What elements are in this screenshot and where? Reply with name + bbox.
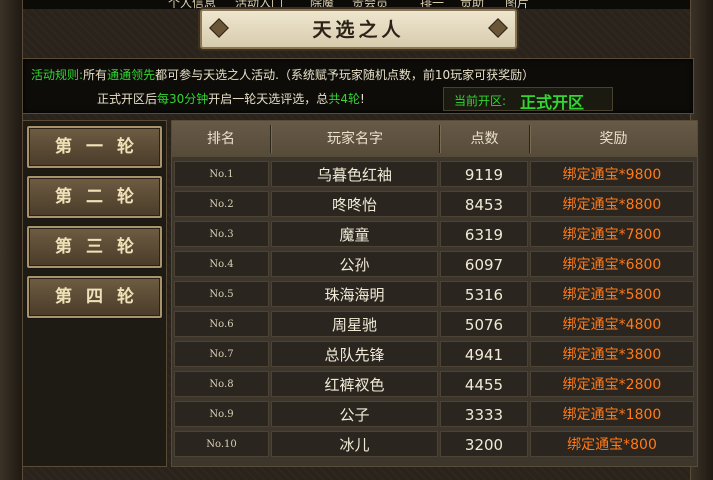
player-name-cell: 咚咚怡 bbox=[271, 191, 438, 217]
table-row: No.9 公子 3333 绑定通宝*1800 bbox=[172, 399, 697, 427]
rank-cell: No.3 bbox=[174, 221, 269, 247]
player-name-cell: 公孙 bbox=[271, 251, 438, 277]
player-name-cell: 魔童 bbox=[271, 221, 438, 247]
rank-cell: No.10 bbox=[174, 431, 269, 457]
top-menu-strip: 个人信息 活动入门 除魔 贵会员 排一 贡助 图片 bbox=[0, 0, 713, 9]
rank-cell: No.8 bbox=[174, 371, 269, 397]
table-row: No.4 公孙 6097 绑定通宝*6800 bbox=[172, 249, 697, 277]
header-points: 点数 bbox=[470, 131, 499, 147]
rules-text: ! bbox=[359, 92, 365, 106]
points-cell: 5316 bbox=[440, 281, 528, 307]
player-name-cell: 总队先锋 bbox=[271, 341, 438, 367]
current-zone-box: 当前开区: 正式开区 bbox=[443, 87, 613, 112]
left-border-ornament bbox=[0, 0, 23, 480]
top-menu-item[interactable]: 活动入门 bbox=[235, 0, 283, 9]
rules-text: 都可参与天选之人活动.（系统赋予玩家随机点数，前10玩家可获奖励） bbox=[155, 68, 535, 82]
round-2-button[interactable]: 第二轮 bbox=[27, 176, 162, 218]
table-row: No.3 魔童 6319 绑定通宝*7800 bbox=[172, 219, 697, 247]
rules-highlight: 共4轮 bbox=[328, 92, 360, 106]
rules-line-2: 正式开区后每30分钟开启一轮天选评选，总共4轮! bbox=[97, 90, 365, 107]
table-row: No.1 乌暮色红袖 9119 绑定通宝*9800 bbox=[172, 159, 697, 187]
rules-panel: 活动规则:所有通通领先都可参与天选之人活动.（系统赋予玩家随机点数，前10玩家可… bbox=[22, 58, 694, 114]
reward-cell: 绑定通宝*6800 bbox=[530, 251, 694, 277]
reward-cell: 绑定通宝*5800 bbox=[530, 281, 694, 307]
points-cell: 3333 bbox=[440, 401, 528, 427]
reward-cell: 绑定通宝*4800 bbox=[530, 311, 694, 337]
rank-cell: No.2 bbox=[174, 191, 269, 217]
reward-cell: 绑定通宝*9800 bbox=[530, 161, 694, 187]
current-zone-label: 当前开区: bbox=[454, 94, 507, 108]
table-row: No.10 冰儿 3200 绑定通宝*800 bbox=[172, 429, 697, 457]
rank-cell: No.5 bbox=[174, 281, 269, 307]
round-4-button[interactable]: 第四轮 bbox=[27, 276, 162, 318]
table-row: No.6 周星驰 5076 绑定通宝*4800 bbox=[172, 309, 697, 337]
header-reward: 奖励 bbox=[599, 131, 628, 147]
ranking-table: 排名 玩家名字 点数 奖励 No.1 乌暮色红袖 9119 绑定通宝*9800 No.2… bbox=[171, 120, 698, 467]
points-cell: 9119 bbox=[440, 161, 528, 187]
player-name-cell: 公子 bbox=[271, 401, 438, 427]
player-name-cell: 乌暮色红袖 bbox=[271, 161, 438, 187]
points-cell: 4455 bbox=[440, 371, 528, 397]
points-cell: 5076 bbox=[440, 311, 528, 337]
points-cell: 6097 bbox=[440, 251, 528, 277]
top-menu-item[interactable]: 个人信息 bbox=[168, 0, 216, 9]
reward-cell: 绑定通宝*8800 bbox=[530, 191, 694, 217]
rank-cell: No.4 bbox=[174, 251, 269, 277]
header-rank: 排名 bbox=[207, 131, 235, 147]
header-player-name: 玩家名字 bbox=[327, 131, 383, 147]
rank-cell: No.6 bbox=[174, 311, 269, 337]
reward-cell: 绑定通宝*2800 bbox=[530, 371, 694, 397]
reward-cell: 绑定通宝*7800 bbox=[530, 221, 694, 247]
rank-cell: No.7 bbox=[174, 341, 269, 367]
rank-cell: No.9 bbox=[174, 401, 269, 427]
rules-label: 活动规则: bbox=[31, 68, 84, 82]
reward-cell: 绑定通宝*1800 bbox=[530, 401, 694, 427]
table-row: No.2 咚咚怡 8453 绑定通宝*8800 bbox=[172, 189, 697, 217]
round-selector: 第一轮 第二轮 第三轮 第四轮 bbox=[22, 120, 167, 467]
table-row: No.8 红裤衩色 4455 绑定通宝*2800 bbox=[172, 369, 697, 397]
rules-text: 开启一轮天选评选，总 bbox=[208, 92, 329, 106]
top-menu-item[interactable]: 图片 bbox=[505, 0, 529, 9]
reward-cell: 绑定通宝*3800 bbox=[530, 341, 694, 367]
round-1-button[interactable]: 第一轮 bbox=[27, 126, 162, 168]
rules-highlight: 通通领先 bbox=[107, 68, 156, 82]
rank-cell: No.1 bbox=[174, 161, 269, 187]
window-title: 天选之人 bbox=[312, 19, 405, 41]
points-cell: 4941 bbox=[440, 341, 528, 367]
title-plaque: 天选之人 bbox=[200, 9, 517, 49]
points-cell: 8453 bbox=[440, 191, 528, 217]
rules-text: 正式开区后 bbox=[97, 92, 158, 106]
table-header: 排名 玩家名字 点数 奖励 bbox=[172, 121, 697, 157]
player-name-cell: 红裤衩色 bbox=[271, 371, 438, 397]
top-menu-item[interactable]: 排一 bbox=[420, 0, 444, 9]
game-window: 个人信息 活动入门 除魔 贵会员 排一 贡助 图片 天选之人 活动规则:所有通通… bbox=[0, 0, 713, 480]
round-3-button[interactable]: 第三轮 bbox=[27, 226, 162, 268]
top-menu-item[interactable]: 贡助 bbox=[460, 0, 484, 9]
top-menu-item[interactable]: 贵会员 bbox=[352, 0, 388, 9]
rules-highlight: 每30分钟 bbox=[157, 92, 209, 106]
points-cell: 6319 bbox=[440, 221, 528, 247]
table-row: No.5 珠海海明 5316 绑定通宝*5800 bbox=[172, 279, 697, 307]
rules-text: 所有 bbox=[83, 68, 108, 82]
player-name-cell: 珠海海明 bbox=[271, 281, 438, 307]
rules-line-1: 活动规则:所有通通领先都可参与天选之人活动.（系统赋予玩家随机点数，前10玩家可… bbox=[31, 66, 534, 83]
top-menu-item[interactable]: 除魔 bbox=[310, 0, 334, 9]
player-name-cell: 冰儿 bbox=[271, 431, 438, 457]
table-row: No.7 总队先锋 4941 绑定通宝*3800 bbox=[172, 339, 697, 367]
reward-cell: 绑定通宝*800 bbox=[530, 431, 694, 457]
current-zone-value: 正式开区 bbox=[520, 93, 585, 112]
player-name-cell: 周星驰 bbox=[271, 311, 438, 337]
points-cell: 3200 bbox=[440, 431, 528, 457]
